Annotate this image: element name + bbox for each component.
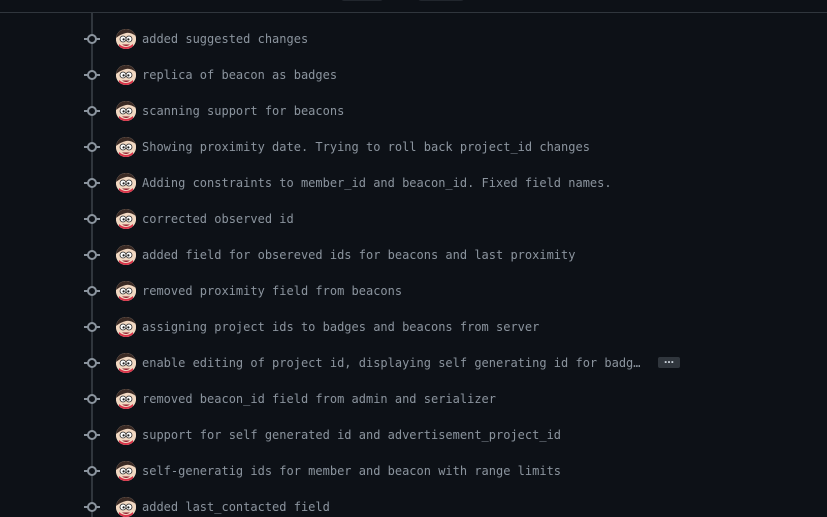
git-commit-icon (84, 70, 100, 80)
avatar-icon[interactable] (116, 65, 136, 85)
commit-row: scanning support for beacons (0, 93, 827, 129)
git-commit-icon (84, 502, 100, 512)
commit-message-link[interactable]: added field for obsereved ids for beacon… (142, 248, 575, 262)
commit-row: removed proximity field from beacons (0, 273, 827, 309)
commit-row: assigning project ids to badges and beac… (0, 309, 827, 345)
top-tab-right[interactable] (418, 0, 464, 1)
git-commit-icon (84, 106, 100, 116)
avatar-icon[interactable] (116, 461, 136, 481)
commit-message-link[interactable]: corrected observed id (142, 212, 294, 226)
git-commit-icon (84, 358, 100, 368)
avatar-icon[interactable] (116, 317, 136, 337)
commit-row: support for self generated id and advert… (0, 417, 827, 453)
git-commit-icon (84, 394, 100, 404)
git-commit-icon (84, 142, 100, 152)
git-commit-icon (84, 466, 100, 476)
commit-row: added last_contacted field (0, 489, 827, 517)
commit-row: enable editing of project id, displaying… (0, 345, 827, 381)
top-tab-left[interactable] (341, 0, 383, 1)
commit-message-link[interactable]: self-generatig ids for member and beacon… (142, 464, 561, 478)
commit-row: added suggested changes (0, 21, 827, 57)
git-commit-icon (84, 430, 100, 440)
commit-row: corrected observed id (0, 201, 827, 237)
commit-message-link[interactable]: assigning project ids to badges and beac… (142, 320, 539, 334)
avatar-icon[interactable] (116, 101, 136, 121)
avatar-icon[interactable] (116, 353, 136, 373)
avatar-icon[interactable] (116, 209, 136, 229)
avatar-icon[interactable] (116, 137, 136, 157)
avatar-icon[interactable] (116, 497, 136, 517)
commit-message-link[interactable]: support for self generated id and advert… (142, 428, 561, 442)
commit-message-link[interactable]: Adding constraints to member_id and beac… (142, 176, 612, 190)
expand-message-button[interactable]: … (658, 356, 680, 368)
commit-message-link[interactable]: Showing proximity date. Trying to roll b… (142, 140, 590, 154)
commit-row: removed beacon_id field from admin and s… (0, 381, 827, 417)
git-commit-icon (84, 286, 100, 296)
commit-row: self-generatig ids for member and beacon… (0, 453, 827, 489)
commit-message-link[interactable]: added last_contacted field (142, 500, 330, 514)
commit-row: replica of beacon as badges (0, 57, 827, 93)
commit-row: Showing proximity date. Trying to roll b… (0, 129, 827, 165)
commit-message-link[interactable]: replica of beacon as badges (142, 68, 337, 82)
commit-message-link[interactable]: enable editing of project id, displaying… (142, 356, 647, 370)
commit-row: added field for obsereved ids for beacon… (0, 237, 827, 273)
avatar-icon[interactable] (116, 29, 136, 49)
commit-message-link[interactable]: added suggested changes (142, 32, 308, 46)
git-commit-icon (84, 214, 100, 224)
git-commit-icon (84, 322, 100, 332)
avatar-icon[interactable] (116, 389, 136, 409)
avatar-icon[interactable] (116, 281, 136, 301)
commit-message-link[interactable]: removed beacon_id field from admin and s… (142, 392, 496, 406)
avatar-icon[interactable] (116, 245, 136, 265)
commit-message-link[interactable]: removed proximity field from beacons (142, 284, 402, 298)
commit-row: Adding constraints to member_id and beac… (0, 165, 827, 201)
avatar-icon[interactable] (116, 425, 136, 445)
commit-message-link[interactable]: scanning support for beacons (142, 104, 344, 118)
avatar-icon[interactable] (116, 173, 136, 193)
top-tab-strip (0, 0, 827, 13)
commit-list: added suggested changes replica of beaco… (0, 21, 827, 517)
git-commit-icon (84, 178, 100, 188)
git-commit-icon (84, 250, 100, 260)
git-commit-icon (84, 34, 100, 44)
